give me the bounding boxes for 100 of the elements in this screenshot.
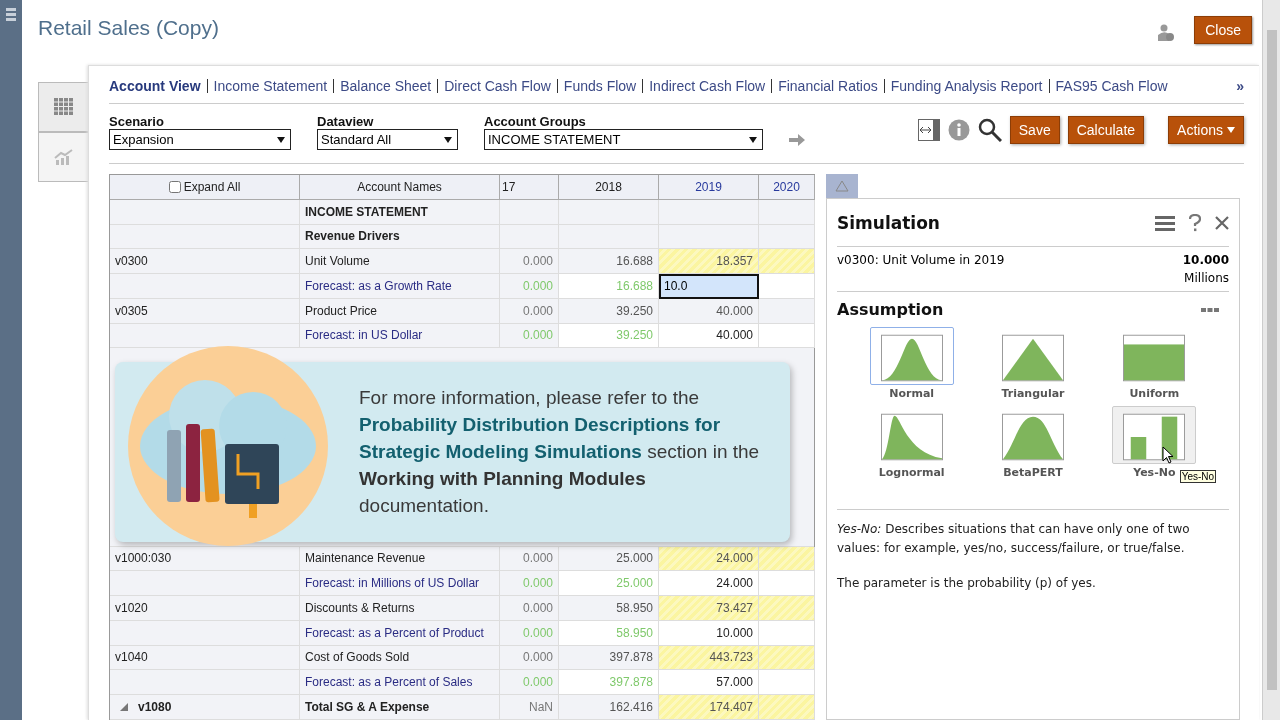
table-cell[interactable]: 24.000	[659, 546, 759, 572]
table-cell[interactable]: 443.723	[659, 645, 759, 671]
search-icon[interactable]	[977, 118, 1002, 142]
table-cell: 0.000	[500, 546, 559, 572]
table-cell[interactable]: 40.000	[659, 323, 759, 349]
cursor-icon	[1161, 446, 1174, 464]
expand-all-checkbox[interactable]	[168, 180, 181, 193]
account-name: Total SG & A Expense	[300, 695, 500, 720]
panel-title: Simulation	[837, 212, 941, 233]
actions-button[interactable]: Actions	[1168, 116, 1244, 144]
table-cell[interactable]: 57.000	[659, 670, 759, 696]
toolbar-button[interactable]: Save	[1009, 116, 1060, 144]
filter-label: Account Groups	[484, 114, 587, 129]
cell-input[interactable]: 10.0	[659, 274, 759, 299]
table-cell[interactable]: 10.000	[659, 620, 759, 646]
table-cell: 39.250	[559, 298, 659, 324]
account-name: Unit Volume	[300, 249, 500, 275]
report-tab[interactable]: Funding Analysis Report	[890, 77, 1043, 94]
info-icon[interactable]	[947, 119, 970, 141]
account-name: Cost of Goods Sold	[300, 645, 500, 671]
menu-icon[interactable]	[6, 8, 16, 22]
close-button[interactable]: Close	[1194, 15, 1252, 44]
table-cell: 0.000	[500, 249, 559, 275]
report-tab[interactable]: Balance Sheet	[340, 77, 432, 94]
menu-icon[interactable]	[1155, 214, 1175, 231]
table-cell: 0.000	[500, 596, 559, 621]
report-tab[interactable]: Indirect Cash Flow	[649, 77, 766, 94]
scrollbar-thumb[interactable]	[1266, 30, 1277, 690]
filter-label: Scenario	[109, 114, 165, 129]
column-header: Account Names	[300, 175, 500, 200]
arrow-right-icon[interactable]	[789, 133, 805, 147]
forecast-method-link[interactable]: Forecast: as a Percent of Sales	[300, 670, 500, 696]
skewed-curve-icon	[880, 413, 943, 461]
callout-text: For more information, please refer to the Probability Distribution Descriptions for Strategic Modeling Simulations section in the Working with Planning Modules documentation.	[359, 386, 761, 518]
close-icon[interactable]	[1215, 215, 1229, 230]
rectangle-icon	[1123, 334, 1186, 382]
report-tab[interactable]: Account View	[109, 77, 201, 94]
table-cell: NaN	[500, 695, 559, 720]
section-heading: INCOME STATEMENT	[300, 199, 500, 225]
distribution-label: Yes-No	[1133, 466, 1176, 479]
table-cell[interactable]: 40.000	[659, 298, 759, 324]
table-cell[interactable]: 174.407	[659, 695, 759, 720]
help-icon[interactable]	[1189, 213, 1201, 232]
page-title: Retail Sales (Copy)	[38, 15, 220, 40]
account-code: v1020	[110, 596, 300, 621]
filter-dropdown[interactable]: INCOME STATEMENT	[484, 129, 763, 150]
filter-dropdown[interactable]: Expansion	[109, 129, 291, 150]
more-tabs-link[interactable]: »	[1236, 77, 1244, 94]
user-help-icon[interactable]	[1158, 23, 1175, 42]
grid-view-tab[interactable]	[38, 82, 88, 132]
caret-icon	[444, 136, 452, 143]
report-tab[interactable]: Financial Ratios	[778, 77, 878, 94]
table-cell[interactable]: 24.000	[659, 571, 759, 597]
report-tab[interactable]: Funds Flow	[563, 77, 637, 94]
report-tab[interactable]: Income Statement	[213, 77, 328, 94]
distribution-label: Triangular	[1001, 387, 1065, 400]
forecast-method-link[interactable]: Forecast: as a Growth Rate	[300, 274, 500, 299]
triangle-icon	[835, 180, 849, 192]
account-code: v1080	[110, 695, 300, 720]
column-header: 2020	[759, 175, 815, 200]
fit-width-icon[interactable]	[917, 119, 940, 141]
distribution-label: Normal	[889, 387, 935, 400]
column-header: 2019	[659, 175, 759, 200]
section-title: Assumption	[837, 300, 944, 319]
table-cell[interactable]: 73.427	[659, 596, 759, 621]
filter-dropdown[interactable]: Standard All	[317, 129, 458, 150]
table-cell: 0.000	[500, 298, 559, 324]
table-cell: 397.878	[559, 670, 659, 696]
account-code: v1040	[110, 645, 300, 671]
forecast-method-link[interactable]: Forecast: as a Percent of Product	[300, 620, 500, 646]
more-icon[interactable]	[1201, 307, 1219, 312]
empty-cell	[500, 199, 559, 225]
distribution-label: Uniform	[1129, 387, 1180, 400]
chart-icon	[53, 149, 74, 165]
report-tab[interactable]: Direct Cash Flow	[444, 77, 551, 94]
empty-cell	[500, 224, 559, 250]
empty-cell	[759, 199, 815, 225]
table-cell: 25.000	[559, 571, 659, 597]
column-header: 2018	[559, 175, 659, 200]
distribution-description: Yes-No: Describes situations that can have only one of two values: for example, yes/no, success/failure, or true/false.	[837, 521, 1191, 557]
table-cell: 0.000	[500, 645, 559, 671]
account-name: Discounts & Returns	[300, 596, 500, 621]
table-cell: 16.688	[559, 274, 659, 299]
expand-all-label: Expand All	[183, 179, 241, 194]
section-heading: Revenue Drivers	[300, 224, 500, 250]
distribution-option[interactable]	[1112, 406, 1197, 464]
distribution-label: Lognormal	[878, 466, 945, 479]
report-tab[interactable]: FAS95 Cash Flow	[1055, 77, 1168, 94]
bell-curve-icon	[880, 334, 943, 382]
toolbar-button[interactable]: Calculate	[1067, 116, 1145, 144]
parameter-note: The parameter is the probability (p) of yes.	[837, 576, 1097, 590]
caret-icon	[749, 136, 757, 143]
filter-label: Dataview	[317, 114, 375, 129]
expand-triangle-icon[interactable]	[120, 703, 128, 711]
table-cell[interactable]: 18.357	[659, 249, 759, 275]
grid-icon	[53, 98, 74, 116]
caret-icon	[1227, 127, 1235, 133]
distribution-option[interactable]	[869, 327, 954, 385]
forecast-method-link[interactable]: Forecast: in Millions of US Dollar	[300, 571, 500, 597]
chart-view-tab[interactable]	[38, 132, 88, 182]
